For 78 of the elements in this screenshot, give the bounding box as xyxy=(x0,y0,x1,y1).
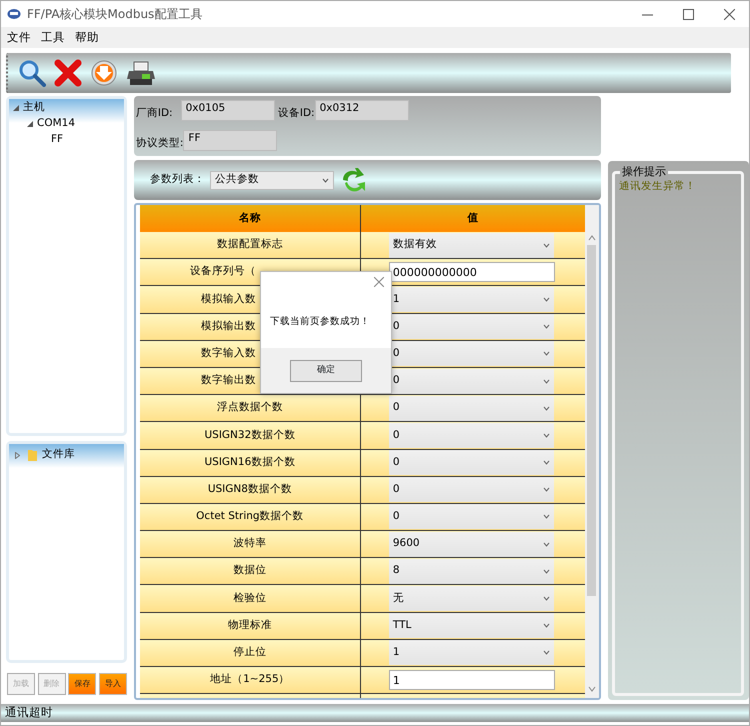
side-button[interactable]: 导入 xyxy=(98,673,127,696)
table-cell: USIGN32数据个数 xyxy=(140,422,361,448)
value-select[interactable]: 0 xyxy=(388,422,554,448)
table-cell: 数据位 xyxy=(140,558,361,584)
ok-button[interactable]: 确定 xyxy=(290,360,362,382)
value-select[interactable]: 0 xyxy=(388,477,554,502)
chevron-icon xyxy=(542,650,550,656)
chevron-icon xyxy=(542,542,550,547)
field-label: 厂商ID: xyxy=(136,106,173,121)
printer-icon[interactable] xyxy=(126,59,156,87)
table-cell: 物理标准 xyxy=(140,612,361,639)
chevron-icon xyxy=(542,514,550,520)
app-icon xyxy=(7,8,21,20)
value-select[interactable]: 1 xyxy=(388,640,554,666)
table-cell: USIGN16数据个数 xyxy=(140,450,361,476)
expanded-triangle-icon[interactable] xyxy=(27,120,33,127)
value-select[interactable]: TTL xyxy=(388,613,554,638)
collapsed-triangle-icon[interactable] xyxy=(15,452,20,459)
table-cell: 检验位 xyxy=(140,585,361,612)
table-cell: 停止位 xyxy=(140,640,361,666)
field-label: 协议类型: xyxy=(136,136,184,151)
value-select[interactable]: 数据有效 xyxy=(388,232,554,258)
value-field[interactable]: 1 xyxy=(388,670,555,690)
folder-icon xyxy=(28,449,37,462)
chevron-icon xyxy=(542,596,550,602)
menu-item[interactable]: 文件 xyxy=(7,28,31,46)
chevron-icon xyxy=(542,242,550,248)
side-button[interactable]: 保存 xyxy=(68,673,96,696)
value-select[interactable]: 0 xyxy=(388,450,554,476)
table-cell: USIGN8数据个数 xyxy=(140,476,361,503)
chevron-icon xyxy=(542,460,550,466)
chevron-icon xyxy=(542,296,550,302)
chevron-icon xyxy=(322,178,329,182)
scroll-thumb[interactable] xyxy=(587,245,596,596)
tree-item[interactable]: 主机 xyxy=(23,100,45,116)
value-field[interactable]: 000000000000 xyxy=(388,262,555,282)
scroll-down-icon[interactable] xyxy=(588,686,596,692)
close-icon[interactable] xyxy=(374,277,384,287)
expanded-triangle-icon[interactable] xyxy=(13,104,19,111)
readonly-field: 0x0312 xyxy=(314,100,409,121)
panel-title: 操作提示 xyxy=(620,164,668,180)
chevron-icon xyxy=(542,487,550,492)
tree-item[interactable]: COM14 xyxy=(37,116,76,132)
search-icon[interactable] xyxy=(18,59,46,87)
value-select[interactable]: 0 xyxy=(388,504,554,530)
close-icon[interactable] xyxy=(724,8,735,20)
download-icon[interactable] xyxy=(90,59,118,87)
window-title: FF/PA核心模块Modbus配置工具 xyxy=(27,6,202,23)
value-select[interactable]: 0 xyxy=(388,396,554,421)
readonly-field: 0x0105 xyxy=(180,100,275,121)
table-cell: 数据配置标志 xyxy=(140,232,361,258)
readonly-field: FF xyxy=(183,130,278,151)
table-cell: 波特率 xyxy=(140,531,361,558)
chevron-icon xyxy=(542,378,550,384)
status-text: 通讯超时 xyxy=(5,704,53,722)
menu-item[interactable]: 工具 xyxy=(41,28,65,46)
chevron-icon xyxy=(542,568,550,574)
table-cell: 地址（1~255） xyxy=(140,667,361,694)
chevron-icon xyxy=(542,406,550,411)
tree-item[interactable]: 文件库 xyxy=(42,447,75,463)
value-select[interactable]: 9600 xyxy=(388,532,554,557)
chevron-icon xyxy=(542,324,550,330)
scroll-up-icon[interactable] xyxy=(588,235,596,241)
table-cell: Octet String数据个数 xyxy=(140,504,361,530)
maximize-icon[interactable] xyxy=(683,8,694,20)
value-select[interactable]: 8 xyxy=(388,558,554,584)
delete-icon[interactable] xyxy=(54,59,82,87)
chevron-icon xyxy=(542,351,550,356)
field-label: 设备ID: xyxy=(278,106,315,121)
table-cell: 浮点数据个数 xyxy=(140,395,361,422)
parameter-select[interactable]: 公共参数 xyxy=(210,170,334,190)
chevron-icon xyxy=(542,432,550,438)
chevron-icon xyxy=(542,623,550,628)
column-header: 值 xyxy=(466,210,480,226)
field-label: 参数列表： xyxy=(150,172,205,188)
menu-item[interactable]: 帮助 xyxy=(75,28,99,46)
value-select[interactable]: 无 xyxy=(388,586,554,612)
tree-item[interactable]: FF xyxy=(51,132,64,148)
